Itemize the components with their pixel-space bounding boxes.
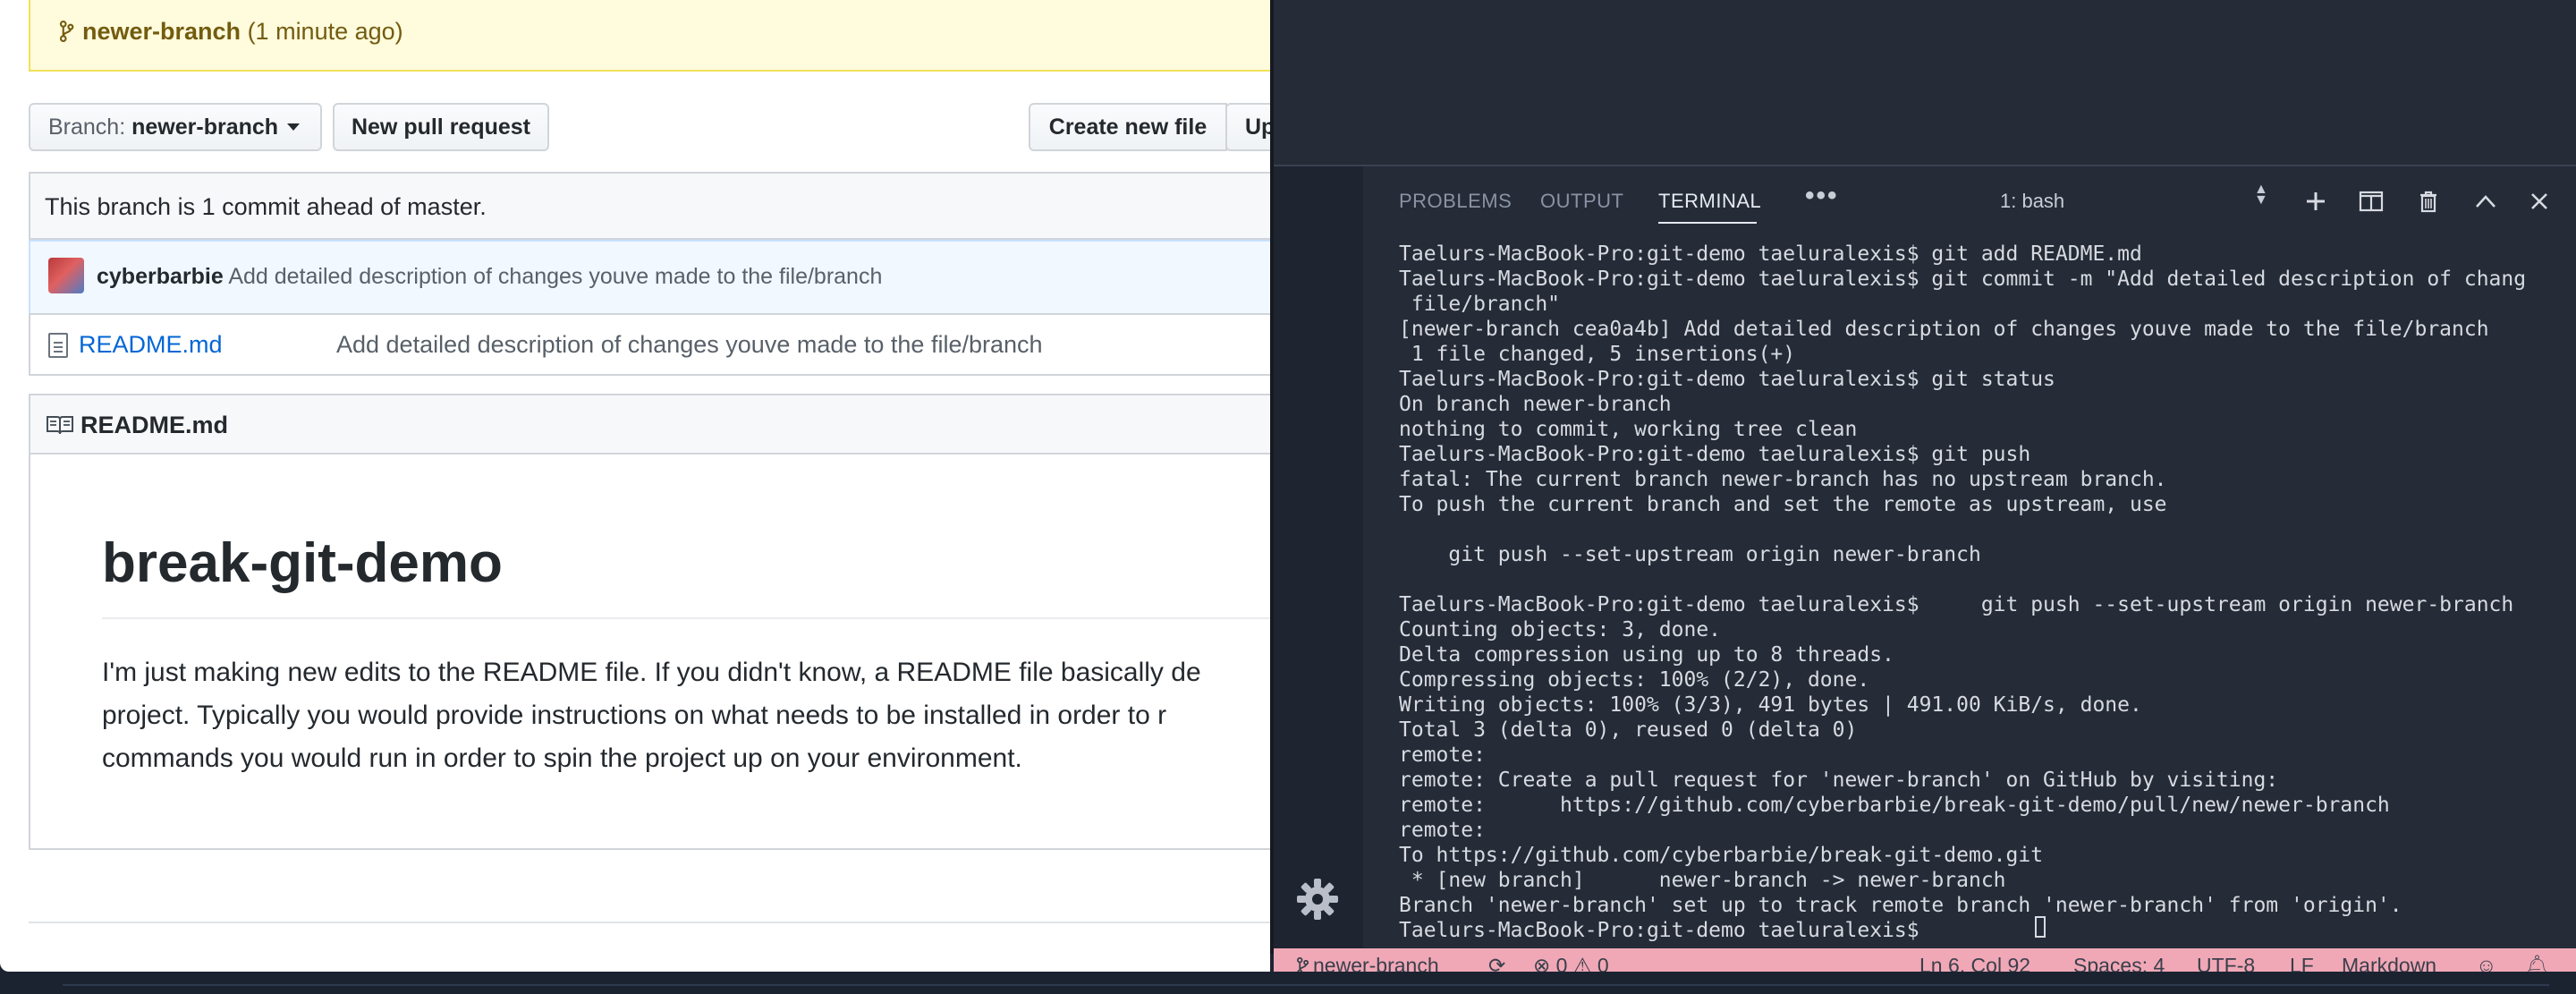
readme-header-title: README.md [80, 412, 229, 438]
active-tab-indicator [1658, 222, 1757, 224]
tab-problems[interactable]: PROBLEMS [1399, 190, 1512, 213]
heading-divider [102, 617, 1270, 619]
caret-down-icon [287, 123, 301, 131]
chevron-up-icon[interactable] [2472, 188, 2499, 215]
github-window: newer-branch (1 minute ago) Branch: newe… [0, 0, 1270, 972]
branch-icon [59, 21, 74, 42]
editor-area[interactable] [1274, 0, 2576, 166]
branch-selector-button[interactable]: Branch: newer-branch [29, 103, 322, 151]
commit-author-link[interactable]: cyberbarbie [97, 264, 224, 289]
readme-body: break-git-demo I'm just making new edits… [29, 453, 1270, 850]
banner-branch-link[interactable]: newer-branch [82, 18, 241, 45]
recent-branch-banner: newer-branch (1 minute ago) [29, 0, 1270, 72]
banner-time: (1 minute ago) [247, 18, 403, 45]
file-name-link[interactable]: README.md [79, 331, 223, 359]
create-new-file-button[interactable]: Create new file [1029, 103, 1227, 151]
trash-icon[interactable] [2415, 188, 2442, 215]
readme-header: README.md [29, 394, 1270, 455]
terminal-selector[interactable]: 1: bash [2000, 190, 2064, 213]
updown-chevron-icon[interactable]: ▲ ▼ [2254, 183, 2268, 208]
file-icon [48, 333, 68, 358]
tab-output[interactable]: OUTPUT [1540, 190, 1623, 213]
file-row: README.md Add detailed description of ch… [29, 313, 1270, 376]
split-terminal-icon[interactable] [2358, 188, 2385, 215]
branch-status-bar: This branch is 1 commit ahead of master. [29, 172, 1270, 240]
new-pull-request-button[interactable]: New pull request [333, 103, 549, 151]
file-commit-message-link[interactable]: Add detailed description of changes youv… [336, 331, 1043, 359]
terminal-panel: PROBLEMS OUTPUT TERMINAL ••• 1: bash ▲ ▼ … [1363, 166, 2576, 954]
gear-icon[interactable] [1295, 877, 1340, 922]
more-actions-icon[interactable]: ••• [1805, 181, 1839, 211]
vscode-window: PROBLEMS OUTPUT TERMINAL ••• 1: bash ▲ ▼ … [1270, 0, 2576, 990]
branch-selector-value: newer-branch [131, 115, 279, 140]
avatar[interactable] [48, 258, 84, 293]
terminal-output[interactable]: Taelurs-MacBook-Pro:git-demo taeluralexi… [1399, 242, 2562, 943]
readme-paragraph: I'm just making new edits to the README … [102, 658, 1201, 773]
terminal-cursor [2035, 916, 2046, 938]
desktop-dock-edge [0, 972, 2576, 994]
branch-ahead-text: This branch is 1 commit ahead of master. [45, 193, 487, 220]
readme-title: break-git-demo [102, 532, 503, 594]
close-icon[interactable] [2526, 188, 2553, 215]
upload-files-button[interactable]: Up [1225, 103, 1270, 151]
book-icon [47, 416, 73, 435]
latest-commit-bar: cyberbarbie Add detailed description of … [29, 240, 1270, 315]
plus-icon[interactable] [2302, 188, 2329, 215]
page-divider [29, 922, 1270, 923]
branch-selector-label: Branch: [48, 115, 126, 140]
commit-message-link[interactable]: Add detailed description of changes youv… [228, 264, 882, 289]
tab-terminal[interactable]: TERMINAL [1658, 190, 1761, 213]
